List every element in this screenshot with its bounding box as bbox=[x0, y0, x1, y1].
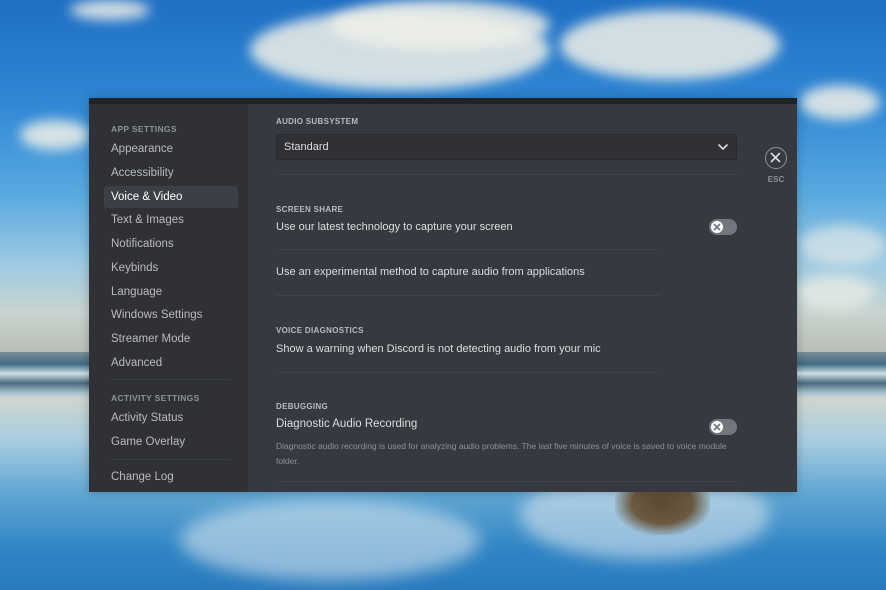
sidebar-item-notifications[interactable]: Notifications bbox=[104, 233, 238, 255]
cloud bbox=[330, 0, 550, 50]
audio-subsystem-select[interactable]: Standard bbox=[276, 134, 737, 160]
row-divider bbox=[276, 249, 660, 250]
activity-settings-header: Activity Settings bbox=[111, 393, 200, 403]
experimental-audio-title: Use an experimental method to capture au… bbox=[276, 266, 585, 278]
latest-tech-title: Use our latest technology to capture you… bbox=[276, 221, 513, 233]
voice-diagnostics-label: Voice Diagnostics bbox=[276, 326, 364, 335]
settings-content: Audio Subsystem Standard Screen Share Us… bbox=[248, 104, 797, 492]
sidebar-item-activity-status[interactable]: Activity Status bbox=[104, 407, 238, 429]
cloud bbox=[20, 120, 90, 150]
sidebar-item-windows-settings[interactable]: Windows Settings bbox=[104, 304, 238, 326]
section-divider bbox=[276, 481, 737, 482]
section-divider bbox=[276, 372, 660, 373]
sidebar-item-language[interactable]: Language bbox=[104, 281, 238, 303]
cloud bbox=[800, 85, 880, 120]
audio-subsystem-label: Audio Subsystem bbox=[276, 117, 359, 126]
sidebar-item-accessibility[interactable]: Accessibility bbox=[104, 162, 238, 184]
cloud bbox=[70, 0, 150, 20]
chevron-down-icon bbox=[718, 144, 728, 150]
esc-label: ESC bbox=[767, 175, 785, 184]
audio-subsystem-value: Standard bbox=[284, 141, 329, 153]
sidebar-item-voice-video[interactable]: Voice & Video bbox=[104, 186, 238, 208]
sidebar-item-streamer-mode[interactable]: Streamer Mode bbox=[104, 328, 238, 350]
mic-warning-title: Show a warning when Discord is not detec… bbox=[276, 343, 601, 355]
sidebar-item-game-overlay[interactable]: Game Overlay bbox=[104, 431, 238, 453]
cloud bbox=[560, 10, 780, 80]
sidebar-item-keybinds[interactable]: Keybinds bbox=[104, 257, 238, 279]
cloud bbox=[795, 275, 875, 310]
sidebar-item-text-images[interactable]: Text & Images bbox=[104, 209, 238, 231]
rock-reflection bbox=[615, 490, 710, 535]
sidebar-item-change-log[interactable]: Change Log bbox=[104, 466, 238, 488]
app-settings-header: App Settings bbox=[111, 124, 177, 134]
screen-share-label: Screen Share bbox=[276, 205, 344, 214]
close-icon bbox=[770, 152, 781, 163]
x-icon bbox=[713, 223, 721, 231]
section-divider bbox=[276, 174, 737, 175]
diagnostic-recording-toggle[interactable] bbox=[709, 419, 737, 435]
x-icon bbox=[713, 423, 721, 431]
toggle-knob bbox=[711, 421, 723, 433]
close-button[interactable] bbox=[765, 147, 787, 169]
debugging-label: Debugging bbox=[276, 402, 329, 411]
sidebar-item-advanced[interactable]: Advanced bbox=[104, 352, 238, 374]
sidebar-item-appearance[interactable]: Appearance bbox=[104, 138, 238, 160]
discord-settings-window: App Settings Appearance Accessibility Vo… bbox=[89, 98, 797, 492]
diagnostic-recording-description: Diagnostic audio recording is used for a… bbox=[276, 441, 727, 466]
diagnostic-recording-title: Diagnostic Audio Recording bbox=[276, 418, 418, 430]
toggle-knob bbox=[711, 221, 723, 233]
sidebar-divider bbox=[111, 379, 230, 380]
cloud-reflection bbox=[180, 500, 480, 580]
section-divider bbox=[276, 295, 660, 296]
sidebar-divider bbox=[111, 459, 230, 460]
cloud bbox=[800, 225, 886, 265]
latest-tech-toggle[interactable] bbox=[709, 219, 737, 235]
settings-sidebar: App Settings Appearance Accessibility Vo… bbox=[89, 104, 248, 492]
